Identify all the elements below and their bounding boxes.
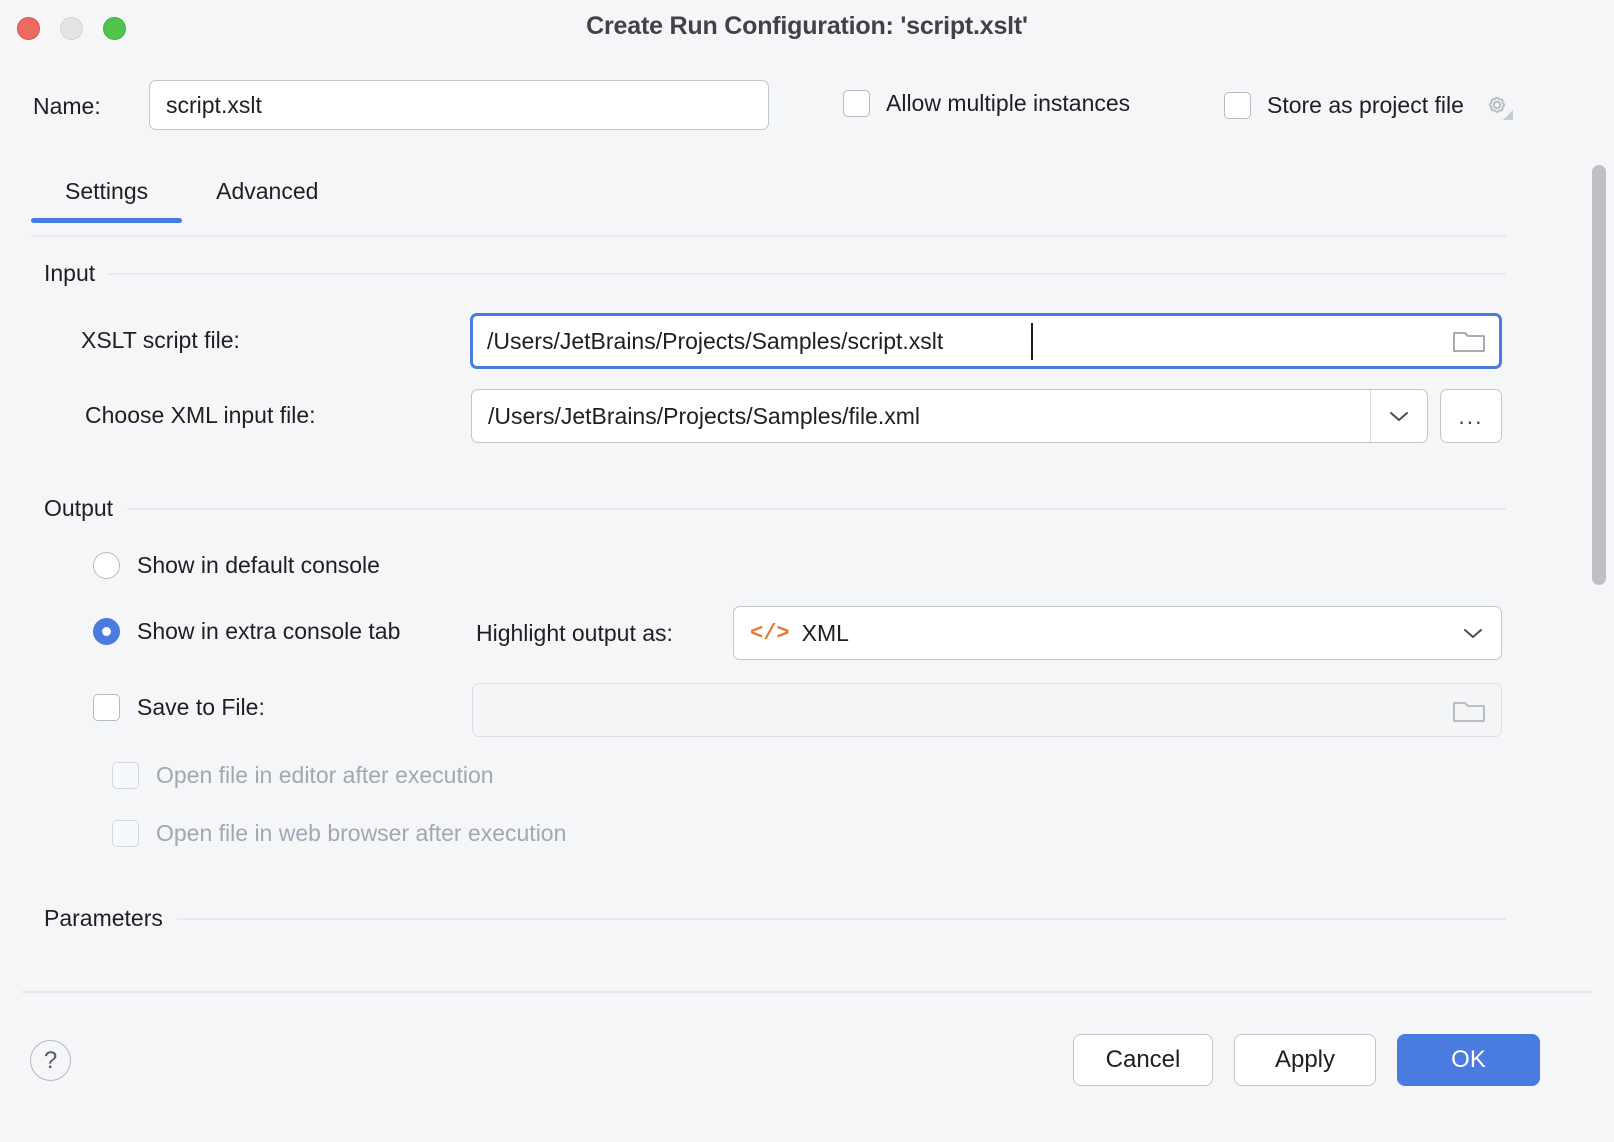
name-label: Name: (33, 93, 101, 120)
tab-bar[interactable]: Settings Advanced (31, 170, 352, 223)
xml-input-file-label: Choose XML input file: (85, 402, 316, 429)
output-group-header: Output (44, 495, 1506, 522)
tab-bar-divider (31, 235, 1506, 237)
settings-scrollbar-thumb[interactable] (1592, 165, 1606, 585)
xslt-script-file-browse-folder-icon[interactable] (1452, 326, 1486, 356)
output-group-rule (127, 508, 1506, 510)
store-as-project-file-checkbox[interactable] (1224, 92, 1251, 119)
parameters-group-header: Parameters (44, 905, 1506, 932)
show-in-extra-console-tab-label: Show in extra console tab (137, 618, 400, 645)
help-button[interactable]: ? (30, 1040, 71, 1081)
tab-settings-label: Settings (65, 178, 148, 204)
gear-icon[interactable] (1482, 90, 1512, 120)
apply-button[interactable]: Apply (1234, 1034, 1376, 1086)
tab-advanced[interactable]: Advanced (182, 170, 352, 223)
highlight-output-as-value: XML (802, 620, 1445, 647)
input-group-header: Input (44, 260, 1506, 287)
footer-divider (22, 991, 1592, 993)
highlight-output-as-chevron-down-icon[interactable] (1445, 607, 1501, 659)
window-title: Create Run Configuration: 'script.xslt' (0, 12, 1614, 41)
open-file-in-web-browser-label: Open file in web browser after execution (156, 820, 566, 847)
text-caret (1031, 323, 1033, 360)
input-group-rule (109, 273, 1506, 275)
settings-panel: Input XSLT script file: Choose XML input… (0, 240, 1614, 980)
show-in-default-console-label: Show in default console (137, 552, 380, 579)
tab-settings[interactable]: Settings (31, 170, 182, 223)
show-in-extra-console-tab-radio-row[interactable]: Show in extra console tab (93, 618, 400, 645)
xslt-script-file-input[interactable] (470, 313, 1502, 369)
cancel-button[interactable]: Cancel (1073, 1034, 1213, 1086)
output-group-title: Output (44, 495, 113, 522)
show-in-extra-console-tab-radio[interactable] (93, 618, 120, 645)
settings-scrollbar[interactable] (1592, 150, 1606, 890)
tab-advanced-label: Advanced (216, 178, 318, 204)
open-file-in-editor-label: Open file in editor after execution (156, 762, 494, 789)
store-as-project-file-checkbox-row[interactable]: Store as project file (1224, 90, 1512, 120)
allow-multiple-instances-label: Allow multiple instances (886, 90, 1130, 117)
xml-input-file-combobox[interactable]: /Users/JetBrains/Projects/Samples/file.x… (471, 389, 1428, 443)
xml-input-file-value: /Users/JetBrains/Projects/Samples/file.x… (472, 403, 1370, 430)
allow-multiple-instances-checkbox[interactable] (843, 90, 870, 117)
store-as-project-file-label: Store as project file (1267, 92, 1464, 119)
save-to-file-browse-folder-icon[interactable] (1452, 696, 1486, 726)
xml-input-file-chevron-down-icon[interactable] (1370, 390, 1427, 442)
open-file-in-editor-checkbox-row[interactable]: Open file in editor after execution (112, 762, 494, 789)
ok-button[interactable]: OK (1397, 1034, 1540, 1086)
highlight-output-as-label: Highlight output as: (476, 620, 673, 647)
name-input[interactable] (149, 80, 769, 130)
save-to-file-checkbox[interactable] (93, 694, 120, 721)
xslt-script-file-label: XSLT script file: (81, 327, 240, 354)
save-to-file-checkbox-row[interactable]: Save to File: (93, 694, 265, 721)
save-to-file-input[interactable] (472, 683, 1502, 737)
save-to-file-label: Save to File: (137, 694, 265, 721)
code-tag-icon: </> (750, 621, 790, 646)
open-file-in-web-browser-checkbox[interactable] (112, 820, 139, 847)
window-titlebar: Create Run Configuration: 'script.xslt' (0, 0, 1614, 58)
open-file-in-web-browser-checkbox-row[interactable]: Open file in web browser after execution (112, 820, 566, 847)
input-group-title: Input (44, 260, 95, 287)
tab-active-underline (31, 218, 182, 223)
show-in-default-console-radio[interactable] (93, 552, 120, 579)
allow-multiple-instances-checkbox-row[interactable]: Allow multiple instances (843, 90, 1130, 117)
highlight-output-as-combobox[interactable]: </> XML (733, 606, 1502, 660)
show-in-default-console-radio-row[interactable]: Show in default console (93, 552, 380, 579)
parameters-group-title: Parameters (44, 905, 163, 932)
parameters-group-rule (177, 918, 1506, 920)
xml-input-file-browse-button[interactable]: ... (1440, 389, 1502, 443)
open-file-in-editor-checkbox[interactable] (112, 762, 139, 789)
